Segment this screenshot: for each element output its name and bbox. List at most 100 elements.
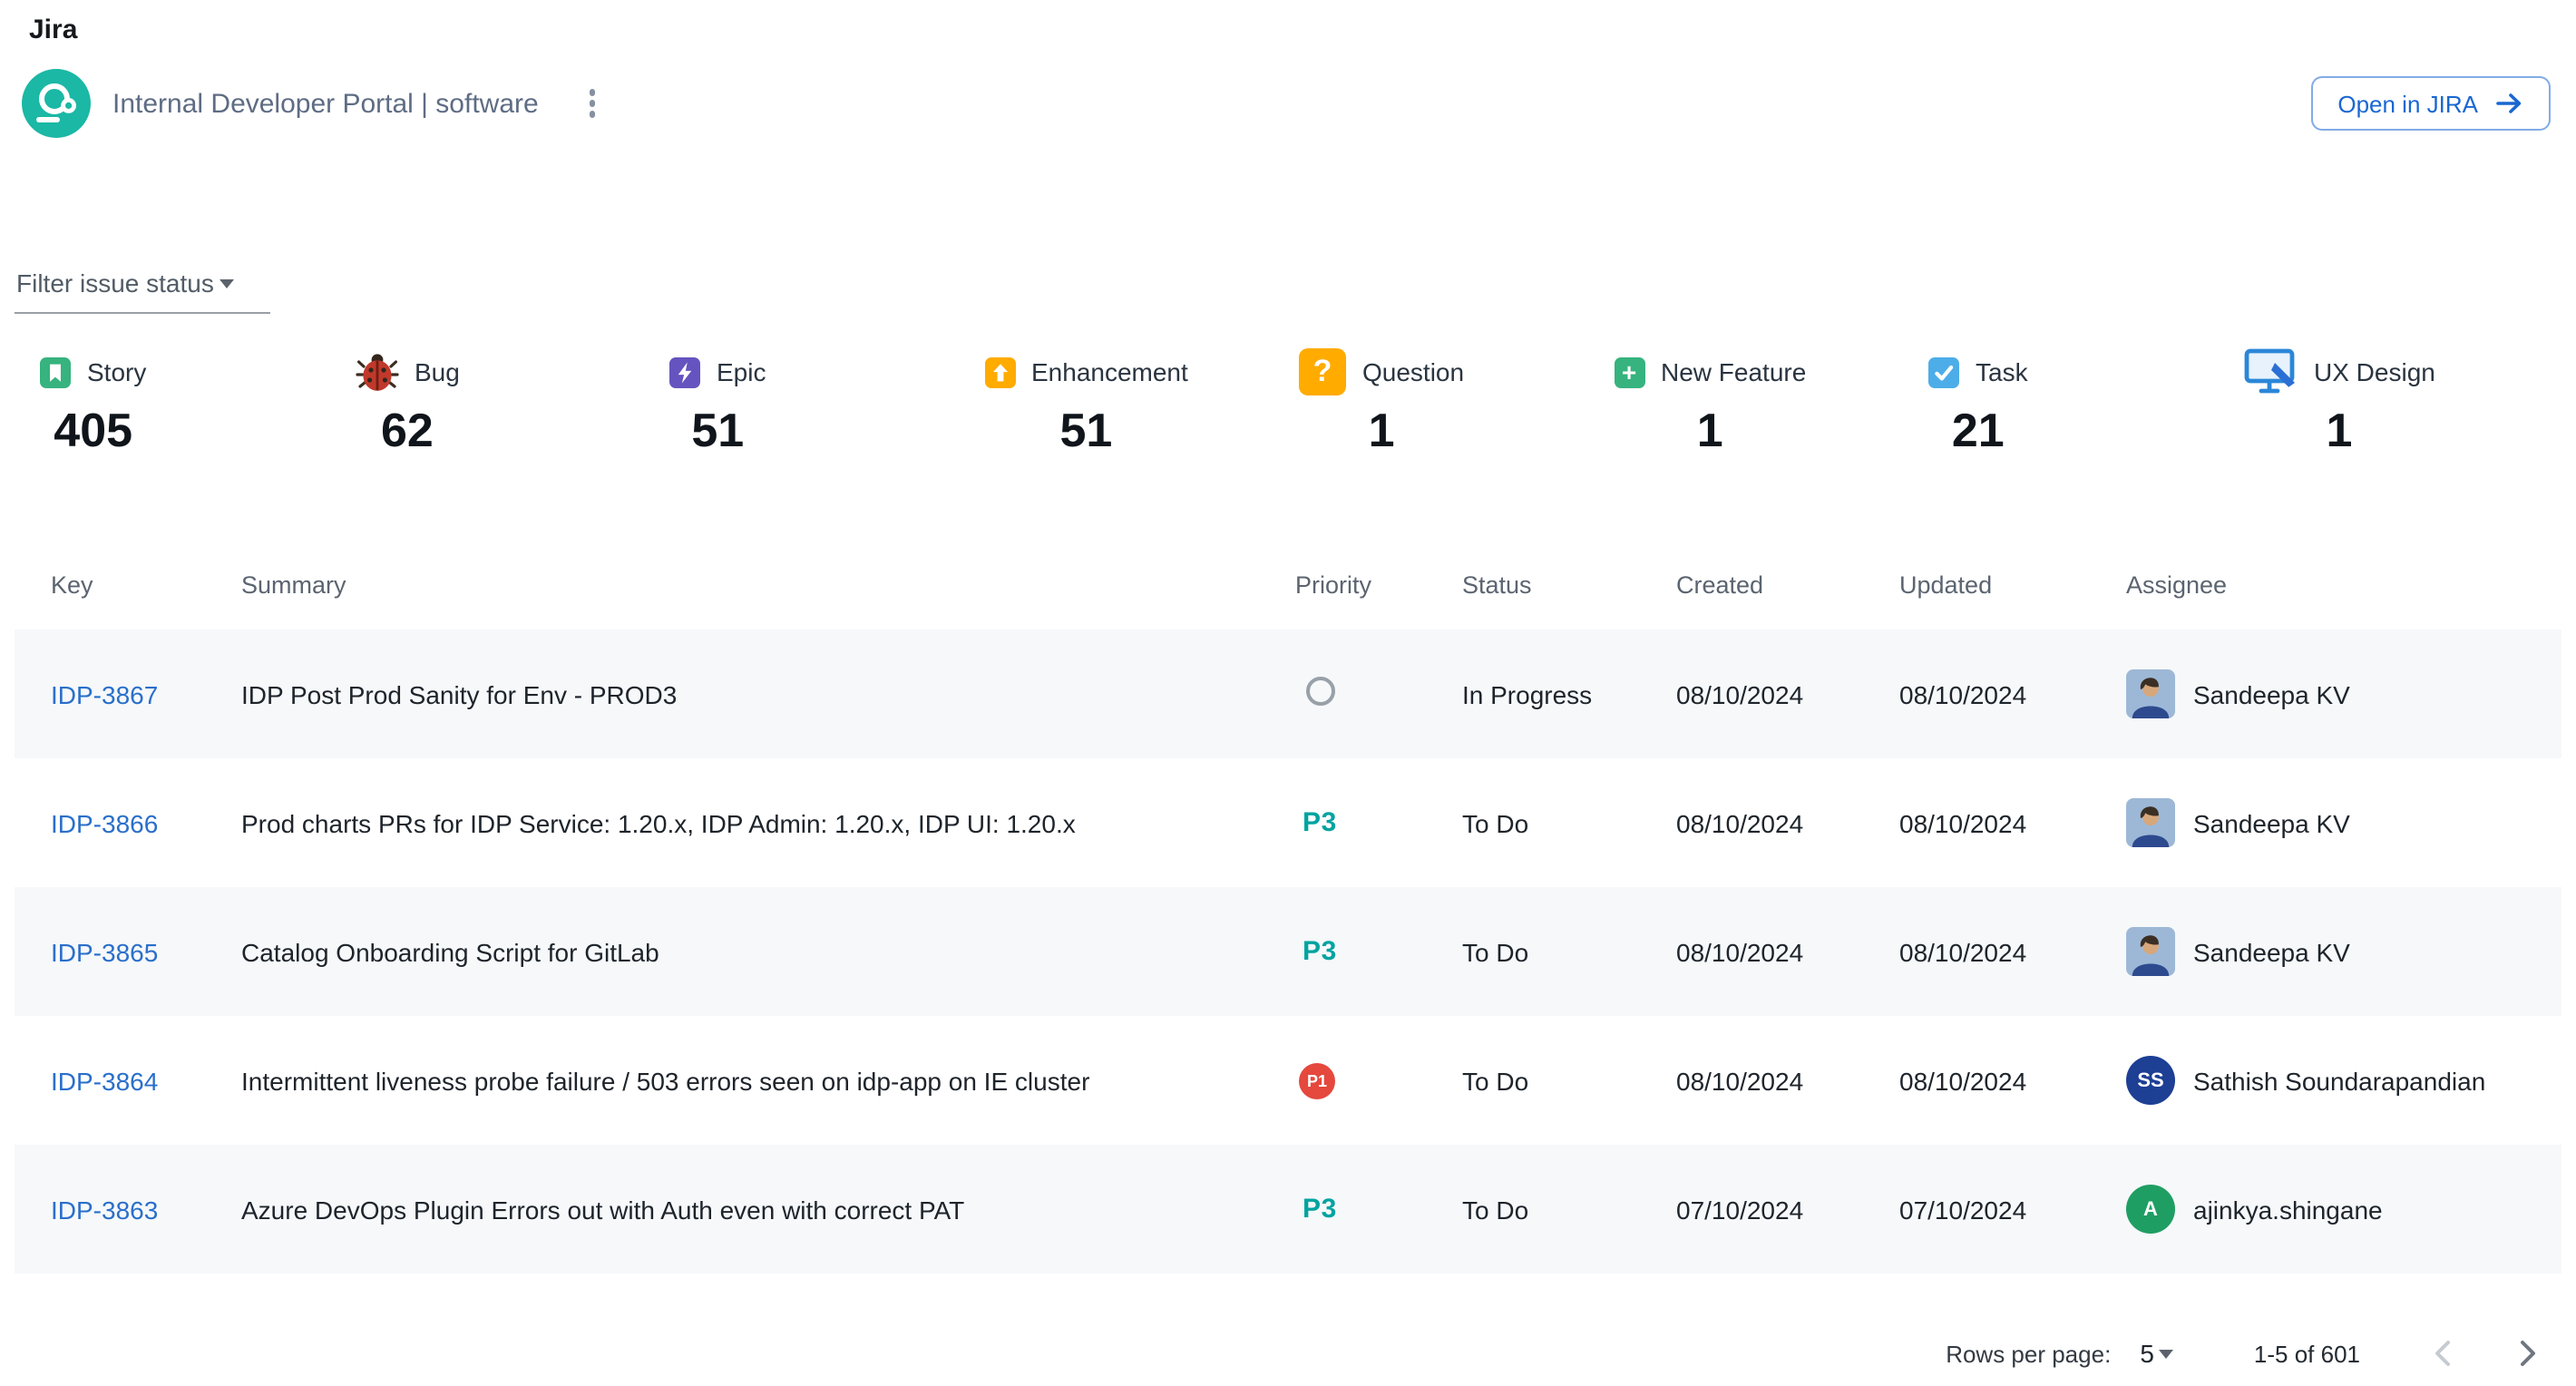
issue-updated-date: 08/10/2024 [1885,630,2112,758]
issue-updated-date: 07/10/2024 [1885,1145,2112,1274]
avatar: A [2126,1185,2175,1234]
counter-label: Question [1362,357,1464,386]
table-row: IDP-3867 IDP Post Prod Sanity for Env - … [15,630,2561,758]
column-header-created: Created [1662,571,1885,630]
avatar [2126,927,2175,976]
column-header-status: Status [1448,571,1662,630]
issue-key-link[interactable]: IDP-3863 [51,1195,158,1224]
issue-created-date: 08/10/2024 [1662,887,1885,1016]
counter-value: 405 [54,403,132,457]
rows-per-page-label: Rows per page: [1946,1340,2111,1367]
issues-table: Key Summary Priority Status Created Upda… [15,571,2561,1274]
counter-value: 51 [691,403,744,457]
assignee-name: ajinkya.shingane [2193,1195,2383,1224]
counter-label: Epic [717,357,766,386]
column-header-assignee: Assignee [2112,571,2561,630]
issue-key-link[interactable]: IDP-3864 [51,1066,158,1095]
question-icon: ? [1299,348,1346,395]
project-header: Internal Developer Portal | software Ope… [22,69,2551,138]
counter-label: Bug [415,357,460,386]
table-row: IDP-3863 Azure DevOps Plugin Errors out … [15,1145,2561,1274]
project-title: Internal Developer Portal | software [112,88,539,119]
chevron-down-icon [2160,1349,2174,1358]
project-logo-icon [22,69,91,138]
column-header-key: Key [15,571,227,630]
arrow-right-icon [2494,89,2523,118]
next-page-button[interactable] [2505,1332,2549,1375]
issue-created-date: 08/10/2024 [1662,1016,1885,1145]
avatar [2126,798,2175,847]
new-feature-icon: + [1614,356,1644,387]
counter-epic: Epic 51 [669,345,766,457]
issue-status: To Do [1448,1016,1662,1145]
counter-task: Task 21 [1928,345,2028,457]
priority-none-icon [1306,677,1335,706]
story-icon [40,356,71,387]
page-range-label: 1-5 of 601 [2254,1340,2360,1367]
column-header-summary: Summary [227,571,1281,630]
rows-per-page-select[interactable]: 5 [2140,1339,2174,1368]
issue-key-link[interactable]: IDP-3865 [51,937,158,966]
pagination-bar: Rows per page: 5 1-5 of 601 [0,1321,2549,1386]
counter-new-feature: + New Feature 1 [1614,345,1806,457]
table-row: IDP-3866 Prod charts PRs for IDP Service… [15,758,2561,887]
column-header-updated: Updated [1885,571,2112,630]
assignee-name: Sandeepa KV [2193,937,2350,966]
issue-status: To Do [1448,758,1662,887]
bug-icon [355,350,398,394]
counter-question: ? Question 1 [1299,345,1464,457]
counter-label: Task [1976,357,2028,386]
epic-icon [669,356,700,387]
counter-value: 1 [1697,403,1723,457]
priority-p3-icon: P3 [1303,807,1337,838]
issue-status: In Progress [1448,630,1662,758]
issue-summary: Prod charts PRs for IDP Service: 1.20.x,… [227,758,1281,887]
enhancement-icon [984,356,1015,387]
open-in-jira-label: Open in JIRA [2337,90,2478,117]
issue-type-counters: Story 405 [40,345,2558,457]
avatar [2126,669,2175,718]
issue-updated-date: 08/10/2024 [1885,1016,2112,1145]
issue-created-date: 07/10/2024 [1662,1145,1885,1274]
issue-key-link[interactable]: IDP-3866 [51,808,158,837]
column-header-priority: Priority [1281,571,1448,630]
issue-status: To Do [1448,1145,1662,1274]
issue-summary: Intermittent liveness probe failure / 50… [227,1016,1281,1145]
page-title: Jira [29,15,77,45]
counter-bug: Bug 62 [355,345,460,457]
filter-label: Filter issue status [16,268,214,298]
table-row: IDP-3864 Intermittent liveness probe fai… [15,1016,2561,1145]
filter-issue-status-select[interactable]: Filter issue status [15,268,270,314]
priority-p3-icon: P3 [1303,1194,1337,1225]
counter-value: 51 [1059,403,1112,457]
counter-enhancement: Enhancement 51 [984,345,1188,457]
counter-story: Story 405 [40,345,146,457]
rows-per-page-value: 5 [2140,1339,2154,1368]
issue-summary: IDP Post Prod Sanity for Env - PROD3 [227,630,1281,758]
counter-value: 1 [2326,403,2352,457]
counter-label: Enhancement [1031,357,1188,386]
issue-updated-date: 08/10/2024 [1885,758,2112,887]
jira-plugin-card: Jira Internal Developer Portal | softwar… [0,0,2576,1381]
assignee-name: Sandeepa KV [2193,808,2350,837]
issue-created-date: 08/10/2024 [1662,758,1885,887]
counter-value: 21 [1952,403,2005,457]
previous-page-button[interactable] [2422,1332,2465,1375]
table-row: IDP-3865 Catalog Onboarding Script for G… [15,887,2561,1016]
table-header-row: Key Summary Priority Status Created Upda… [15,571,2561,630]
open-in-jira-button[interactable]: Open in JIRA [2310,76,2551,131]
kebab-menu-icon[interactable] [582,83,603,125]
chevron-down-icon [220,278,234,288]
counter-value: 62 [381,403,434,457]
counter-label: New Feature [1661,357,1806,386]
issue-key-link[interactable]: IDP-3867 [51,679,158,708]
counter-label: UX Design [2314,357,2435,386]
ux-design-icon [2243,348,2298,395]
priority-p1-icon: P1 [1299,1062,1335,1098]
task-icon [1928,356,1959,387]
issue-updated-date: 08/10/2024 [1885,887,2112,1016]
assignee-name: Sathish Soundarapandian [2193,1066,2485,1095]
counter-label: Story [87,357,146,386]
issue-created-date: 08/10/2024 [1662,630,1885,758]
issue-summary: Azure DevOps Plugin Errors out with Auth… [227,1145,1281,1274]
